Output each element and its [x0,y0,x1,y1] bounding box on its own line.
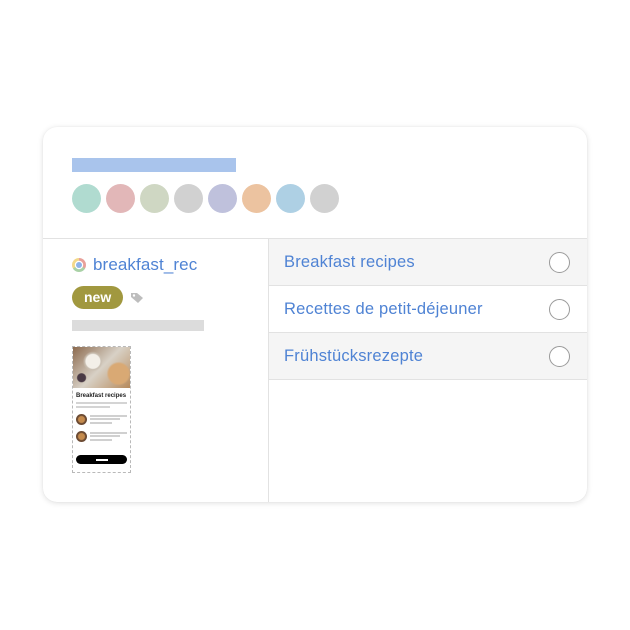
thumbnail-list-item [76,413,127,425]
swatch-grey[interactable] [174,184,203,213]
group-title-placeholder [72,158,236,172]
swatch-sky[interactable] [276,184,305,213]
tab-name: breakfast_rec [93,255,198,274]
chrome-icon [72,258,86,272]
radio-button[interactable] [549,345,570,367]
thumbnail-text-line [76,402,127,404]
page-thumbnail: Breakfast recipes [72,346,131,473]
swatch-lavender[interactable] [208,184,237,213]
group-name-options: Breakfast recipes Recettes de petit-déje… [269,239,587,502]
thumbnail-avatar [76,430,87,442]
thumbnail-avatar [76,413,87,425]
tag-icon [130,292,144,304]
swatch-teal[interactable] [72,184,101,213]
option-label: Recettes de petit-déjeuner [284,299,483,318]
option-fruhstucksrezepte[interactable]: Frühstücksrezepte [269,333,587,380]
swatch-grey2[interactable] [310,184,339,213]
option-breakfast-recipes[interactable]: Breakfast recipes [269,239,587,286]
new-badge: new [72,286,124,309]
tab-preview-panel: breakfast_rec new Breakfast recipes [43,239,269,502]
tab-group-card: breakfast_rec new Breakfast recipes Brea… [43,127,587,502]
thumbnail-text-line [76,406,111,408]
thumbnail-photo [73,347,130,388]
badge-row: new [72,286,144,309]
radio-button[interactable] [549,251,570,273]
thumbnail-list-item [76,430,127,442]
thumbnail-button [76,455,127,464]
radio-button[interactable] [549,298,570,320]
color-swatches [72,184,339,213]
thumbnail-title: Breakfast recipes [76,393,127,399]
card-header [43,127,587,239]
tab-title[interactable]: breakfast_rec [72,255,197,275]
option-label: Breakfast recipes [284,252,415,271]
swatch-rose[interactable] [106,184,135,213]
swatch-sage[interactable] [140,184,169,213]
url-placeholder [72,320,204,331]
swatch-apricot[interactable] [242,184,271,213]
option-label: Frühstücksrezepte [284,346,424,365]
option-recettes[interactable]: Recettes de petit-déjeuner [269,286,587,333]
